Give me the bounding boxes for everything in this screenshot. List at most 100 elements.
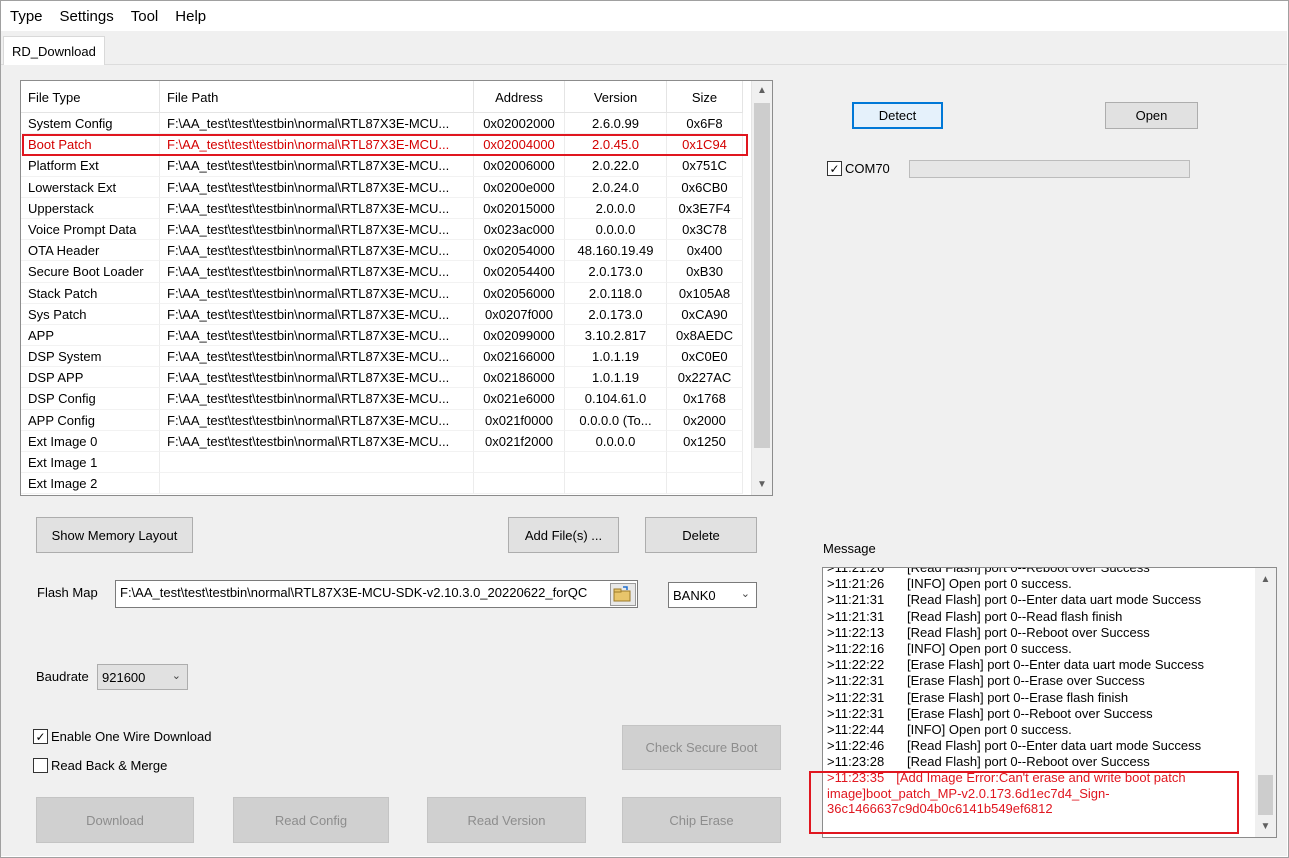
cell-version (565, 473, 667, 495)
menu-settings[interactable]: Settings (60, 8, 114, 25)
cell-type: Ext Image 0 (21, 430, 160, 452)
scroll-up-icon[interactable]: ▲ (1255, 570, 1276, 590)
table-row[interactable]: DSP APP F:\AA_test\test\testbin\normal\RT… (21, 367, 743, 389)
highlight-box-boot-patch (22, 134, 748, 156)
table-scrollbar[interactable]: ▲ ▼ (751, 81, 772, 495)
log-time: >11:22:44 (827, 721, 885, 737)
log-line: >11:22:13 [Read Flash] port 0--Reboot ove… (827, 625, 1252, 641)
browse-folder-button[interactable] (610, 583, 636, 606)
table-row[interactable]: Upperstack F:\AA_test\test\testbin\normal… (21, 197, 743, 219)
cell-path: F:\AA_test\test\testbin\normal\RTL87X3E-… (160, 155, 474, 177)
scroll-thumb[interactable] (754, 103, 770, 448)
highlight-box-error (809, 771, 1239, 834)
scroll-down-icon[interactable]: ▼ (1255, 817, 1276, 837)
cell-size: 0xC0E0 (667, 346, 743, 368)
table-row[interactable]: System Config F:\AA_test\test\testbin\nor… (21, 113, 743, 135)
table-row[interactable]: APP F:\AA_test\test\testbin\normal\RTL87X… (21, 324, 743, 347)
chevron-down-icon: ⌄ (740, 588, 750, 600)
baudrate-select[interactable]: 921600 ⌄ (97, 664, 188, 690)
cell-path (160, 473, 474, 495)
download-button[interactable]: Download (36, 797, 194, 843)
cell-type: Sys Patch (21, 303, 160, 325)
header-size[interactable]: Size (667, 81, 743, 113)
check-secure-boot-button[interactable]: Check Secure Boot (622, 725, 781, 770)
log-line: >11:22:44 [INFO] Open port 0 success. (827, 722, 1252, 738)
open-button[interactable]: Open (1105, 102, 1198, 129)
log-text: [Erase Flash] port 0--Erase over Success (907, 673, 1145, 689)
header-file-path[interactable]: File Path (160, 81, 474, 113)
log-line: >11:22:22 [Erase Flash] port 0--Enter dat… (827, 657, 1252, 673)
menu-help[interactable]: Help (175, 8, 206, 25)
table-row[interactable]: Lowerstack Ext F:\AA_test\test\testbin\no… (21, 176, 743, 198)
cell-type: Stack Patch (21, 282, 160, 304)
log-text: [Erase Flash] port 0--Erase flash finish (907, 689, 1129, 705)
cell-path: F:\AA_test\test\testbin\normal\RTL87X3E-… (160, 324, 474, 347)
log-time: >11:21:31 (827, 592, 885, 608)
table-row[interactable]: APP Config F:\AA_test\test\testbin\normal… (21, 409, 743, 431)
cell-size: 0x105A8 (667, 282, 743, 304)
cell-size: 0x6F8 (667, 113, 743, 135)
add-files-button[interactable]: Add File(s) ... (508, 517, 619, 553)
header-version[interactable]: Version (565, 81, 667, 113)
log-time: >11:23:28 (827, 754, 885, 770)
tab-rd-download[interactable]: RD_Download (3, 36, 105, 66)
flash-map-field[interactable]: F:\AA_test\test\testbin\normal\RTL87X3E-… (115, 580, 638, 608)
log-time: >11:21:31 (827, 608, 885, 624)
log-line-partial: >11:21:26 [Read Flash] port 0--Reboot ov… (827, 567, 1252, 576)
message-scrollbar[interactable]: ▲ ▼ (1255, 568, 1276, 837)
table-row[interactable]: Secure Boot Loader F:\AA_test\test\testbi… (21, 261, 743, 283)
table-row[interactable]: Platform Ext F:\AA_test\test\testbin\norm… (21, 155, 743, 177)
table-row[interactable]: Ext Image 2 (21, 473, 743, 495)
bank-select[interactable]: BANK0 ⌄ (668, 582, 757, 608)
cell-path: F:\AA_test\test\testbin\normal\RTL87X3E-… (160, 409, 474, 431)
read-back-merge-checkbox[interactable]: Read Back & Merge (33, 758, 167, 773)
checkbox-checked-icon: ✓ (33, 729, 48, 744)
delete-button[interactable]: Delete (645, 517, 757, 553)
chip-erase-button[interactable]: Chip Erase (622, 797, 781, 843)
cell-address: 0x021f2000 (474, 430, 565, 452)
cell-address: 0x02054000 (474, 240, 565, 262)
log-text: [Read Flash] port 0--Reboot over Success (907, 567, 1150, 575)
com-port-checkbox[interactable]: ✓ COM70 (827, 161, 890, 176)
scroll-down-icon[interactable]: ▼ (752, 475, 772, 495)
show-memory-layout-button[interactable]: Show Memory Layout (36, 517, 193, 553)
menu-tool[interactable]: Tool (131, 8, 159, 25)
cell-size (667, 473, 743, 495)
cell-path: F:\AA_test\test\testbin\normal\RTL87X3E-… (160, 197, 474, 219)
read-version-button[interactable]: Read Version (427, 797, 586, 843)
read-config-button[interactable]: Read Config (233, 797, 389, 843)
cell-path: F:\AA_test\test\testbin\normal\RTL87X3E-… (160, 113, 474, 135)
table-row[interactable]: Stack Patch F:\AA_test\test\testbin\norma… (21, 282, 743, 304)
scroll-thumb[interactable] (1258, 775, 1273, 815)
log-line: >11:23:28 [Read Flash] port 0--Reboot ove… (827, 754, 1252, 770)
cell-size: 0x227AC (667, 367, 743, 389)
table-row[interactable]: Ext Image 1 (21, 452, 743, 474)
enable-one-wire-checkbox[interactable]: ✓ Enable One Wire Download (33, 729, 211, 744)
cell-type: OTA Header (21, 240, 160, 262)
log-text: [INFO] Open port 0 success. (907, 721, 1072, 737)
table-row[interactable]: OTA Header F:\AA_test\test\testbin\normal… (21, 240, 743, 262)
checkbox-checked-icon: ✓ (827, 161, 842, 176)
table-row[interactable]: Voice Prompt Data F:\AA_test\test\testbin… (21, 218, 743, 241)
header-address[interactable]: Address (474, 81, 565, 113)
detect-button[interactable]: Detect (852, 102, 943, 129)
cell-version: 2.0.0.0 (565, 197, 667, 219)
cell-path: F:\AA_test\test\testbin\normal\RTL87X3E-… (160, 303, 474, 325)
cell-address: 0x02015000 (474, 197, 565, 219)
cell-version: 1.0.1.19 (565, 367, 667, 389)
table-row[interactable]: Sys Patch F:\AA_test\test\testbin\normal\… (21, 303, 743, 325)
cell-type: APP Config (21, 409, 160, 431)
cell-type: Secure Boot Loader (21, 261, 160, 283)
cell-size: 0x3E7F4 (667, 197, 743, 219)
scroll-up-icon[interactable]: ▲ (752, 81, 772, 101)
menu-type[interactable]: Type (10, 8, 43, 25)
log-time: >11:21:26 (827, 576, 885, 592)
cell-type: System Config (21, 113, 160, 135)
table-row[interactable]: Ext Image 0 F:\AA_test\test\testbin\norma… (21, 430, 743, 452)
header-file-type[interactable]: File Type (21, 81, 160, 113)
table-row[interactable]: DSP Config F:\AA_test\test\testbin\normal… (21, 388, 743, 410)
log-text: [Read Flash] port 0--Reboot over Success (907, 624, 1150, 640)
table-row[interactable]: DSP System F:\AA_test\test\testbin\normal… (21, 346, 743, 368)
cell-address: 0x02054400 (474, 261, 565, 283)
log-line: >11:22:31 [Erase Flash] port 0--Erase fla… (827, 690, 1252, 706)
